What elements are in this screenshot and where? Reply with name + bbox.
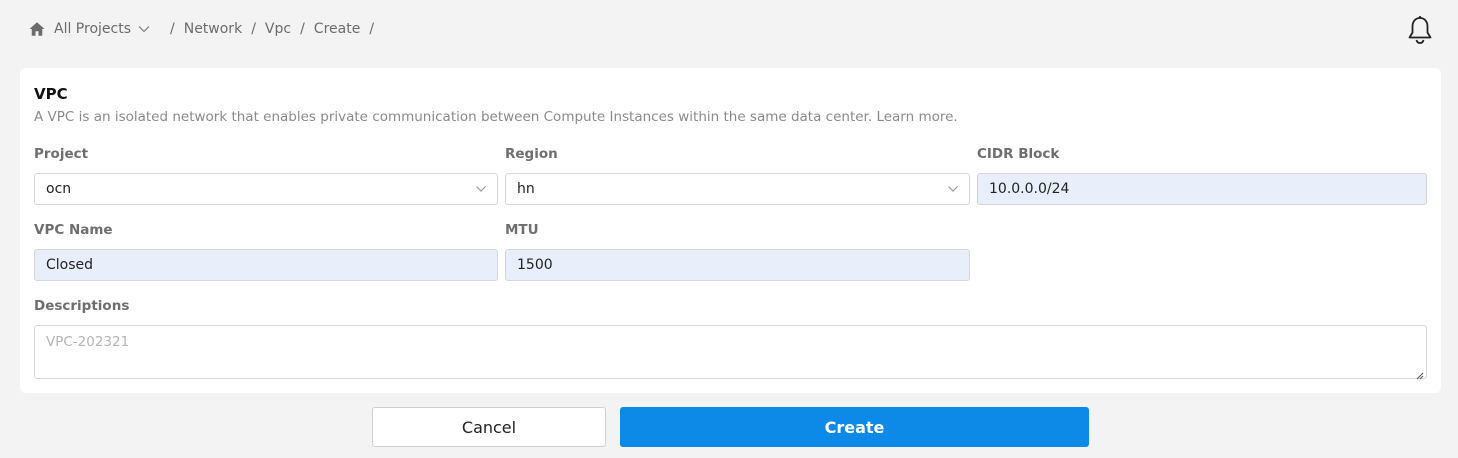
mtu-input[interactable]: 1500 <box>505 249 970 281</box>
vpc-name-input[interactable]: Closed <box>34 249 498 281</box>
form-description: A VPC is an isolated network that enable… <box>34 109 958 125</box>
project-label: Project <box>34 146 89 162</box>
region-select[interactable]: hn <box>505 173 970 205</box>
project-select[interactable]: ocn <box>34 173 498 205</box>
breadcrumb-create: Create <box>313 21 361 37</box>
region-select-value: hn <box>517 181 535 197</box>
cancel-button[interactable]: Cancel <box>372 407 606 447</box>
create-button[interactable]: Create <box>620 407 1089 447</box>
region-label: Region <box>505 146 558 162</box>
vpc-name-label: VPC Name <box>34 222 113 238</box>
chevron-down-icon <box>947 183 959 195</box>
top-bar: All Projects / Network / Vpc / Create / <box>0 0 1458 58</box>
bell-icon[interactable] <box>1405 14 1435 46</box>
vpc-form-card: VPC A VPC is an isolated network that en… <box>20 68 1441 393</box>
breadcrumb-network[interactable]: Network <box>184 21 242 37</box>
chevron-down-icon[interactable] <box>137 22 151 36</box>
mtu-label: MTU <box>505 222 539 238</box>
cidr-input[interactable]: 10.0.0.0/24 <box>977 173 1427 205</box>
home-icon[interactable] <box>28 20 46 38</box>
project-selector[interactable]: All Projects <box>54 21 131 37</box>
breadcrumb: All Projects / Network / Vpc / Create / <box>28 19 383 39</box>
vpc-name-input-value: Closed <box>46 257 94 273</box>
cidr-label: CIDR Block <box>977 146 1060 162</box>
breadcrumb-separator: / <box>170 21 175 37</box>
descriptions-label: Descriptions <box>34 298 130 314</box>
mtu-input-value: 1500 <box>517 257 553 273</box>
breadcrumb-vpc[interactable]: Vpc <box>265 21 291 37</box>
project-select-value: ocn <box>46 181 72 197</box>
cidr-input-value: 10.0.0.0/24 <box>989 181 1070 197</box>
breadcrumb-separator: / <box>369 21 375 37</box>
descriptions-textarea[interactable]: VPC-202321 <box>34 325 1427 380</box>
breadcrumb-separator: / <box>300 21 305 37</box>
breadcrumb-separator: / <box>251 21 256 37</box>
resize-grip-icon[interactable] <box>1416 368 1424 380</box>
chevron-down-icon <box>475 183 487 195</box>
form-title: VPC <box>34 85 68 103</box>
descriptions-placeholder: VPC-202321 <box>46 334 130 350</box>
